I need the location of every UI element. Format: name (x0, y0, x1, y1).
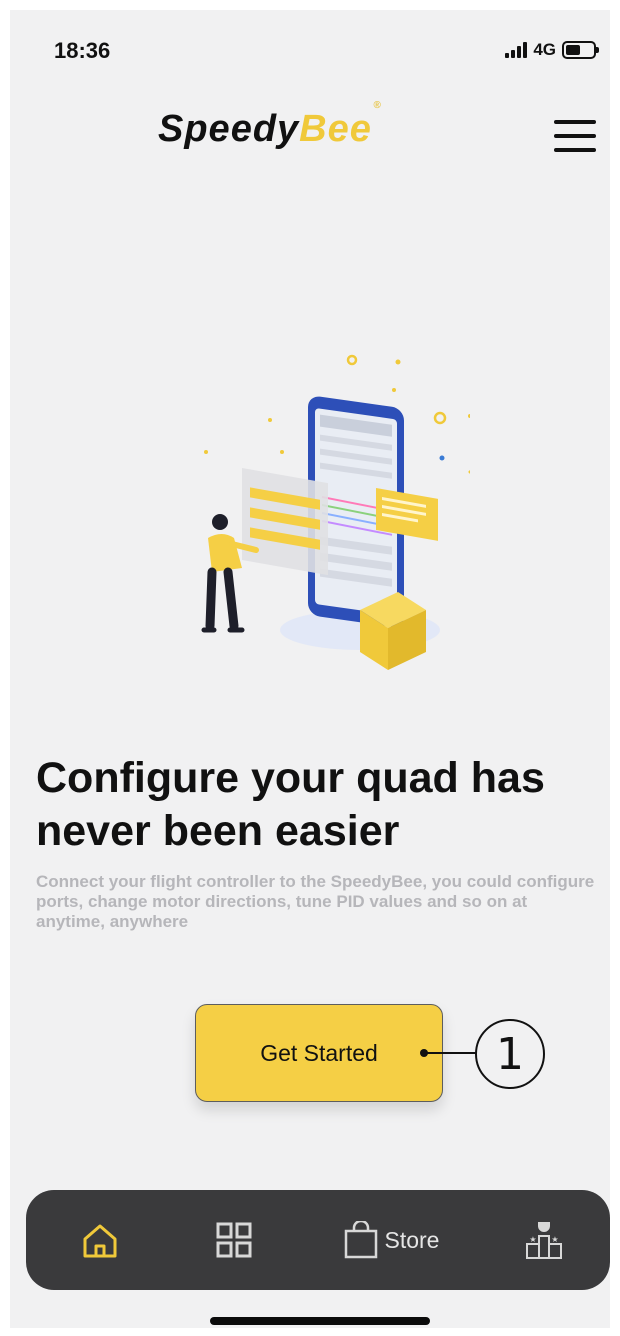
status-time: 18:36 (54, 38, 111, 63)
app-header: SpeedyBee ® (10, 90, 610, 180)
status-indicators: 4G (505, 40, 599, 60)
tab-store[interactable]: Store (326, 1190, 456, 1290)
tab-store-label: Store (384, 1226, 440, 1253)
get-started-label: Get Started (260, 1039, 378, 1066)
status-bar: 18:36 4G (10, 10, 610, 80)
callout-line (422, 1052, 480, 1054)
network-type: 4G (533, 40, 556, 59)
grid-icon (216, 1222, 252, 1258)
confetti-dot (346, 354, 358, 366)
confetti-dot (392, 388, 396, 392)
confetti-dot (468, 414, 470, 418)
floating-panel-left (242, 468, 328, 576)
person-configuring-phone-illustration (201, 354, 470, 670)
logo-text-speedy: Speedy (158, 108, 300, 150)
svg-text:★: ★ (529, 1235, 536, 1244)
hero-headline: Configure your quad has never been easie… (36, 754, 545, 855)
confetti-dot (204, 450, 208, 454)
cellular-signal-icon (505, 42, 528, 58)
svg-text:★: ★ (551, 1235, 558, 1244)
speedybee-logo[interactable]: SpeedyBee ® (158, 100, 381, 151)
hero-description: Connect your flight controller to the Sp… (36, 872, 595, 932)
confetti-dot (395, 359, 401, 365)
callout-number-badge: 1 (475, 1019, 545, 1089)
logo-text-bee: Bee (299, 108, 372, 150)
confetti-dot (268, 418, 272, 422)
callout-dot (420, 1049, 428, 1057)
tab-leaderboard[interactable]: ★ ★ (504, 1190, 584, 1290)
bottom-tab-bar: Store ★ ★ (26, 1190, 610, 1290)
home-icon (83, 1224, 117, 1258)
battery-icon (562, 41, 599, 59)
tab-home[interactable] (60, 1190, 140, 1290)
leaderboard-podium-icon: ★ ★ (526, 1222, 562, 1259)
home-indicator (210, 1317, 430, 1325)
shopping-bag-icon (344, 1221, 377, 1259)
confetti-dot (439, 455, 445, 461)
confetti-dot (433, 411, 447, 425)
confetti-dot (280, 450, 284, 454)
tab-grid[interactable] (194, 1190, 274, 1290)
app-screen: 18:36 4G SpeedyBee ® Configure your quad… (10, 10, 610, 1328)
hamburger-menu-icon[interactable] (554, 120, 598, 152)
registered-mark: ® (373, 100, 382, 111)
get-started-button[interactable]: Get Started (195, 1004, 443, 1102)
